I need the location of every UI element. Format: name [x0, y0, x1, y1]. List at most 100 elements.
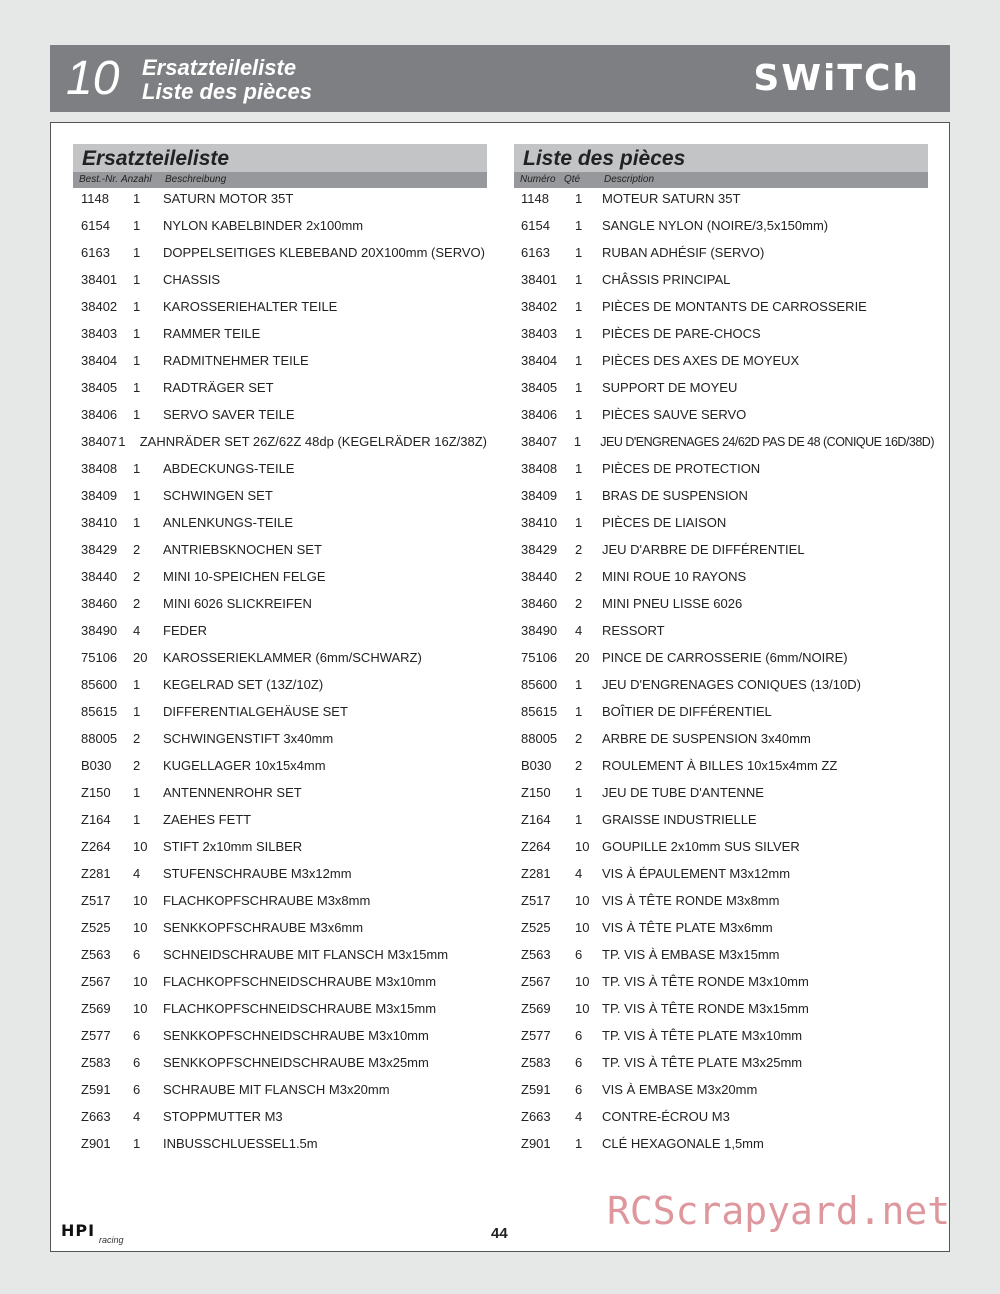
part-description: GOUPILLE 2x10mm SUS SILVER [602, 839, 800, 854]
part-row: Z901 1 CLÉ HEXAGONALE 1,5mm [514, 1133, 934, 1160]
part-quantity: 10 [133, 839, 148, 854]
part-description: SCHWINGEN SET [163, 488, 273, 503]
part-quantity: 1 [573, 434, 582, 449]
part-row: 75106 20 PINCE DE CARROSSERIE (6mm/NOIRE) [514, 647, 934, 674]
part-description: JEU D'ARBRE DE DIFFÉRENTIEL [602, 542, 805, 557]
part-description: VIS À TÊTE RONDE M3x8mm [602, 893, 780, 908]
part-row: 6154 1 NYLON KABELBINDER 2x100mm [73, 215, 487, 242]
part-number: Z563 [521, 947, 551, 962]
column-header-number: Numéro [520, 174, 556, 185]
part-number: Z563 [81, 947, 111, 962]
part-number: 75106 [81, 650, 118, 665]
part-description: STUFENSCHRAUBE M3x12mm [163, 866, 352, 881]
part-quantity: 10 [575, 839, 590, 854]
part-number: 38404 [521, 353, 558, 368]
part-row: 38490 4 FEDER [73, 620, 487, 647]
part-number: Z577 [521, 1028, 551, 1043]
part-row: Z525 10 VIS À TÊTE PLATE M3x6mm [514, 917, 934, 944]
part-number: 38407 [81, 434, 118, 449]
part-row: 6163 1 RUBAN ADHÉSIF (SERVO) [514, 242, 934, 269]
part-number: 38490 [81, 623, 118, 638]
part-row: 1148 1 SATURN MOTOR 35T [73, 188, 487, 215]
part-row: 85600 1 KEGELRAD SET (13Z/10Z) [73, 674, 487, 701]
part-row: Z901 1 INBUSSCHLUESSEL1.5m [73, 1133, 487, 1160]
part-number: Z577 [81, 1028, 111, 1043]
part-description: BOÎTIER DE DIFFÉRENTIEL [602, 704, 772, 719]
part-quantity: 1 [133, 245, 141, 260]
part-quantity: 1 [575, 218, 583, 233]
part-number: 38429 [81, 542, 118, 557]
part-number: 38402 [81, 299, 118, 314]
part-description: PIÈCES DE MONTANTS DE CARROSSERIE [602, 299, 867, 314]
part-description: CONTRE-ÉCROU M3 [602, 1109, 730, 1124]
part-number: Z517 [81, 893, 111, 908]
part-description: FLACHKOPFSCHNEIDSCHRAUBE M3x10mm [163, 974, 437, 989]
part-quantity: 1 [575, 299, 583, 314]
chapter-number: 10 [66, 52, 120, 105]
part-description: SUPPORT DE MOYEU [602, 380, 738, 395]
column-header-description: Beschreibung [165, 174, 227, 185]
part-description: KEGELRAD SET (13Z/10Z) [163, 677, 324, 692]
part-quantity: 1 [575, 785, 583, 800]
part-description: TP. VIS À TÊTE PLATE M3x10mm [602, 1028, 803, 1043]
part-number: 38490 [521, 623, 558, 638]
part-description: NYLON KABELBINDER 2x100mm [163, 218, 364, 233]
part-row: 38440 2 MINI 10-SPEICHEN FELGE [73, 566, 487, 593]
part-row: Z281 4 STUFENSCHRAUBE M3x12mm [73, 863, 487, 890]
part-description: ZAEHES FETT [163, 812, 252, 827]
part-number: Z663 [81, 1109, 111, 1124]
part-quantity: 1 [575, 812, 583, 827]
part-row: Z591 6 SCHRAUBE MIT FLANSCH M3x20mm [73, 1079, 487, 1106]
part-row: Z150 1 ANTENNENROHR SET [73, 782, 487, 809]
part-quantity: 1 [575, 488, 583, 503]
part-description: STOPPMUTTER M3 [163, 1109, 283, 1124]
part-row: 38408 1 PIÈCES DE PROTECTION [514, 458, 934, 485]
part-quantity: 10 [133, 893, 148, 908]
part-row: 38403 1 RAMMER TEILE [73, 323, 487, 350]
part-description: PIÈCES DE LIAISON [602, 515, 727, 530]
part-row: Z563 6 TP. VIS À EMBASE M3x15mm [514, 944, 934, 971]
part-row: Z264 10 GOUPILLE 2x10mm SUS SILVER [514, 836, 934, 863]
part-row: 38404 1 PIÈCES DES AXES DE MOYEUX [514, 350, 934, 377]
column-header-quantity: Anzahl [121, 174, 152, 185]
part-number: 38406 [521, 407, 558, 422]
parts-list-french: Liste des pièces Numéro Qté Description … [514, 144, 934, 1160]
part-quantity: 1 [575, 461, 583, 476]
column-headers-de: Best.-Nr. Anzahl Beschreibung [73, 172, 487, 188]
part-description: JEU D'ENGRENAGES CONIQUES (13/10D) [602, 677, 861, 692]
part-description: MINI PNEU LISSE 6026 [602, 596, 743, 611]
part-quantity: 1 [575, 326, 583, 341]
part-quantity: 1 [133, 407, 141, 422]
part-description: SENKKOPFSCHRAUBE M3x6mm [163, 920, 364, 935]
part-number: 85600 [81, 677, 118, 692]
part-row: 38406 1 PIÈCES SAUVE SERVO [514, 404, 934, 431]
part-quantity: 1 [118, 434, 126, 449]
part-quantity: 1 [575, 272, 583, 287]
part-quantity: 2 [133, 731, 141, 746]
part-number: 38401 [521, 272, 558, 287]
part-row: 6163 1 DOPPELSEITIGES KLEBEBAND 20X100mm (… [73, 242, 487, 269]
part-number: Z281 [81, 866, 111, 881]
page-frame: Ersatzteileliste Best.-Nr. Anzahl Beschr… [50, 122, 950, 1252]
part-row: Z663 4 CONTRE-ÉCROU M3 [514, 1106, 934, 1133]
part-description: PINCE DE CARROSSERIE (6mm/NOIRE) [602, 650, 848, 665]
part-quantity: 10 [575, 893, 590, 908]
part-number: 38410 [521, 515, 558, 530]
part-row: Z663 4 STOPPMUTTER M3 [73, 1106, 487, 1133]
column-header-number: Best.-Nr. [79, 174, 119, 185]
part-quantity: 1 [133, 704, 141, 719]
part-row: 38410 1 PIÈCES DE LIAISON [514, 512, 934, 539]
part-quantity: 10 [133, 920, 148, 935]
part-quantity: 1 [575, 1136, 583, 1151]
part-number: Z164 [81, 812, 111, 827]
part-number: B030 [81, 758, 112, 773]
part-row: 38404 1 RADMITNEHMER TEILE [73, 350, 487, 377]
part-number: Z901 [521, 1136, 551, 1151]
part-row: 88005 2 SCHWINGENSTIFT 3x40mm [73, 728, 487, 755]
part-quantity: 2 [575, 542, 583, 557]
part-number: 85600 [521, 677, 558, 692]
part-description: PIÈCES SAUVE SERVO [602, 407, 747, 422]
part-description: PIÈCES DE PARE-CHOCS [602, 326, 761, 341]
part-quantity: 2 [133, 758, 141, 773]
part-row: 38460 2 MINI PNEU LISSE 6026 [514, 593, 934, 620]
